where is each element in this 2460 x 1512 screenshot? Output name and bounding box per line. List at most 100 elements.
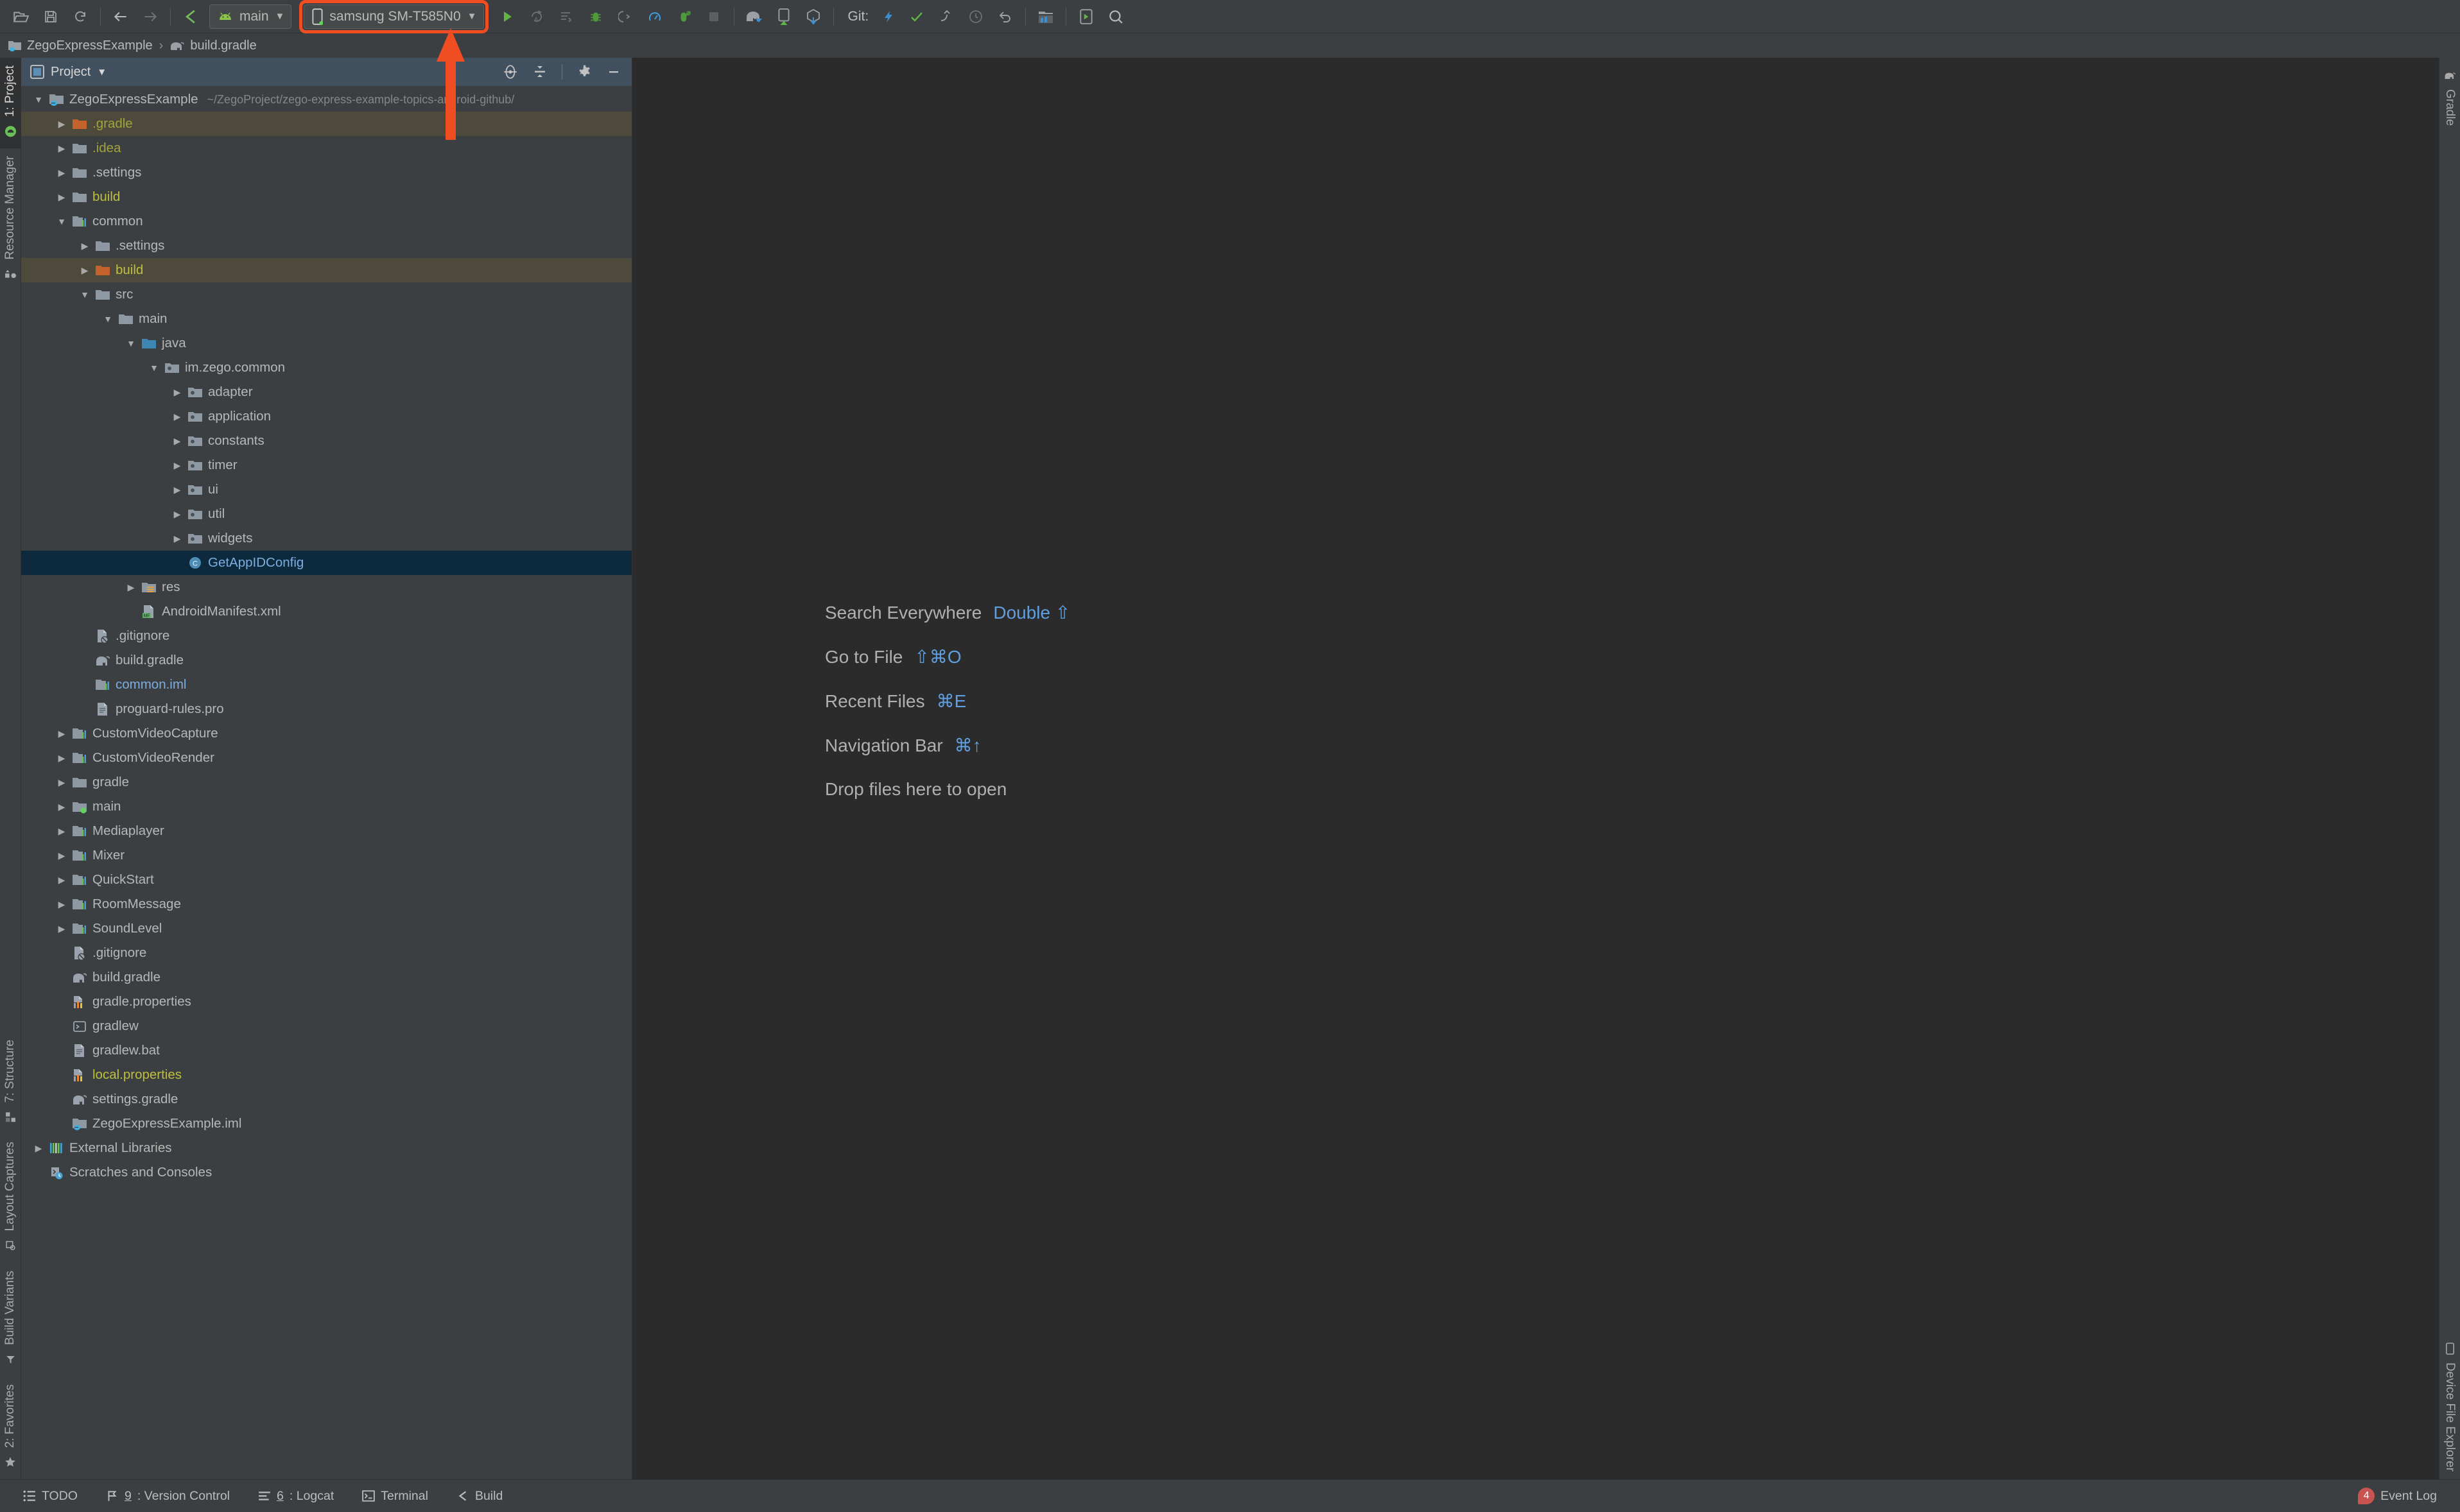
- tree-row[interactable]: ▶ Mediaplayer: [21, 819, 632, 843]
- tree-row[interactable]: ▶ build: [21, 258, 632, 282]
- chevron-down-icon[interactable]: ▼: [76, 289, 93, 300]
- chevron-right-icon[interactable]: ▶: [53, 753, 70, 764]
- tree-row[interactable]: ▶ main: [21, 795, 632, 819]
- tree-row[interactable]: ▶ constants: [21, 429, 632, 453]
- sidebar-item-resource-manager[interactable]: Resource Manager: [0, 148, 21, 291]
- sidebar-item-device-file-explorer[interactable]: Device File Explorer: [2439, 1331, 2460, 1479]
- tree-row[interactable]: .gitignore: [21, 624, 632, 648]
- status-item-todo[interactable]: TODO: [9, 1489, 92, 1504]
- project-structure-icon[interactable]: [1031, 3, 1061, 31]
- tree-row[interactable]: ▶ timer: [21, 453, 632, 477]
- chevron-right-icon[interactable]: ▶: [53, 192, 70, 203]
- tree-row[interactable]: MF AndroidManifest.xml: [21, 599, 632, 624]
- breadcrumb-file[interactable]: build.gradle: [169, 39, 257, 53]
- tree-row[interactable]: ▶ SoundLevel: [21, 916, 632, 941]
- chevron-down-icon[interactable]: ▼: [100, 314, 116, 324]
- chevron-down-icon[interactable]: ▼: [123, 338, 139, 348]
- chevron-right-icon[interactable]: ▶: [123, 582, 139, 593]
- tree-row[interactable]: ▶ application: [21, 404, 632, 429]
- sidebar-item-layout-captures[interactable]: Layout Captures: [0, 1134, 21, 1262]
- sync-gradle-icon[interactable]: [740, 3, 769, 31]
- sidebar-item-gradle[interactable]: Gradle: [2439, 58, 2460, 133]
- chevron-right-icon[interactable]: ▶: [169, 411, 186, 422]
- device-manager-icon[interactable]: [1071, 3, 1101, 31]
- tree-row[interactable]: local.properties: [21, 1063, 632, 1087]
- search-everywhere-icon[interactable]: [1101, 3, 1130, 31]
- chevron-down-icon[interactable]: ▼: [30, 94, 47, 105]
- chevron-right-icon[interactable]: ▶: [53, 826, 70, 837]
- status-item-logcat[interactable]: 6: Logcat: [244, 1489, 348, 1504]
- chevron-right-icon[interactable]: ▶: [53, 119, 70, 130]
- profiler-icon[interactable]: [640, 3, 670, 31]
- sdk-manager-icon[interactable]: [799, 3, 828, 31]
- chevron-right-icon[interactable]: ▶: [53, 168, 70, 178]
- chevron-right-icon[interactable]: ▶: [169, 460, 186, 471]
- sidebar-item-build-variants[interactable]: Build Variants: [0, 1263, 21, 1377]
- tree-row[interactable]: ▼ java: [21, 331, 632, 356]
- project-tree[interactable]: ▼ ZegoExpressExample ~/ZegoProject/zego-ex…: [21, 86, 632, 1479]
- tree-row[interactable]: ▶ RoomMessage: [21, 892, 632, 916]
- chevron-right-icon[interactable]: ▶: [76, 265, 93, 276]
- tree-row[interactable]: C GetAppIDConfig: [21, 551, 632, 575]
- forward-icon[interactable]: [135, 3, 165, 31]
- open-folder-icon[interactable]: [6, 3, 36, 31]
- chevron-right-icon[interactable]: ▶: [53, 802, 70, 812]
- tree-row[interactable]: ▶ .gradle: [21, 112, 632, 136]
- status-item-terminal[interactable]: Terminal: [348, 1489, 442, 1504]
- back-icon[interactable]: [106, 3, 135, 31]
- tree-row[interactable]: ▶ widgets: [21, 526, 632, 551]
- tree-row[interactable]: ▼ main: [21, 307, 632, 331]
- tree-row[interactable]: ▶ External Libraries: [21, 1136, 632, 1160]
- tree-row[interactable]: ▼ im.zego.common: [21, 356, 632, 380]
- tree-row[interactable]: ▶ gradle: [21, 770, 632, 795]
- tree-row[interactable]: ▶ util: [21, 502, 632, 526]
- chevron-down-icon[interactable]: ▼: [53, 216, 70, 227]
- build-hammer-icon[interactable]: [176, 3, 205, 31]
- chevron-down-icon[interactable]: ▼: [467, 11, 477, 22]
- chevron-right-icon[interactable]: ▶: [169, 533, 186, 544]
- tree-row[interactable]: ▶ .settings: [21, 160, 632, 185]
- chevron-right-icon[interactable]: ▶: [53, 850, 70, 861]
- tree-row[interactable]: ▼ src: [21, 282, 632, 307]
- tree-row[interactable]: ▶ Mixer: [21, 843, 632, 868]
- tree-row[interactable]: ZegoExpressExample.iml: [21, 1112, 632, 1136]
- chevron-right-icon[interactable]: ▶: [169, 436, 186, 447]
- locate-file-icon[interactable]: [499, 60, 522, 83]
- tree-row[interactable]: ▶ .idea: [21, 136, 632, 160]
- chevron-right-icon[interactable]: ▶: [169, 485, 186, 495]
- tree-row[interactable]: ▶ QuickStart: [21, 868, 632, 892]
- chevron-right-icon[interactable]: ▶: [169, 387, 186, 398]
- tree-row[interactable]: gradlew: [21, 1014, 632, 1038]
- tree-row[interactable]: ▶ ui: [21, 477, 632, 502]
- push-icon[interactable]: [931, 3, 961, 31]
- chevron-down-icon[interactable]: ▼: [97, 67, 107, 78]
- collapse-all-icon[interactable]: [528, 60, 551, 83]
- chevron-right-icon[interactable]: ▶: [53, 875, 70, 886]
- sidebar-item-favorites[interactable]: 2: Favorites: [0, 1377, 21, 1479]
- tree-row[interactable]: ▼ common: [21, 209, 632, 234]
- tree-row[interactable]: .gitignore: [21, 941, 632, 965]
- tree-row[interactable]: ▶ res: [21, 575, 632, 599]
- hide-panel-icon[interactable]: [602, 60, 625, 83]
- chevron-right-icon[interactable]: ▶: [169, 509, 186, 520]
- commit-icon[interactable]: [902, 3, 931, 31]
- status-item-event-log[interactable]: 4 Event Log: [2344, 1488, 2451, 1504]
- attach-debugger-icon[interactable]: [611, 3, 640, 31]
- tree-row[interactable]: proguard-rules.pro: [21, 697, 632, 721]
- tree-row[interactable]: Scratches and Consoles: [21, 1160, 632, 1185]
- settings-gear-icon[interactable]: [573, 60, 596, 83]
- update-project-icon[interactable]: [872, 3, 902, 31]
- tree-row[interactable]: ▶ adapter: [21, 380, 632, 404]
- chevron-right-icon[interactable]: ▶: [76, 241, 93, 252]
- save-all-icon[interactable]: [36, 3, 65, 31]
- device-selector[interactable]: samsung SM-T585N0 ▼: [304, 4, 484, 29]
- tree-row[interactable]: settings.gradle: [21, 1087, 632, 1112]
- tree-row[interactable]: ▶ CustomVideoCapture: [21, 721, 632, 746]
- chevron-right-icon[interactable]: ▶: [53, 924, 70, 934]
- chevron-right-icon[interactable]: ▶: [30, 1143, 47, 1154]
- chevron-down-icon[interactable]: ▼: [146, 363, 162, 373]
- chevron-right-icon[interactable]: ▶: [53, 728, 70, 739]
- sync-icon[interactable]: [65, 3, 95, 31]
- avd-manager-icon[interactable]: [769, 3, 799, 31]
- tree-row[interactable]: common.iml: [21, 673, 632, 697]
